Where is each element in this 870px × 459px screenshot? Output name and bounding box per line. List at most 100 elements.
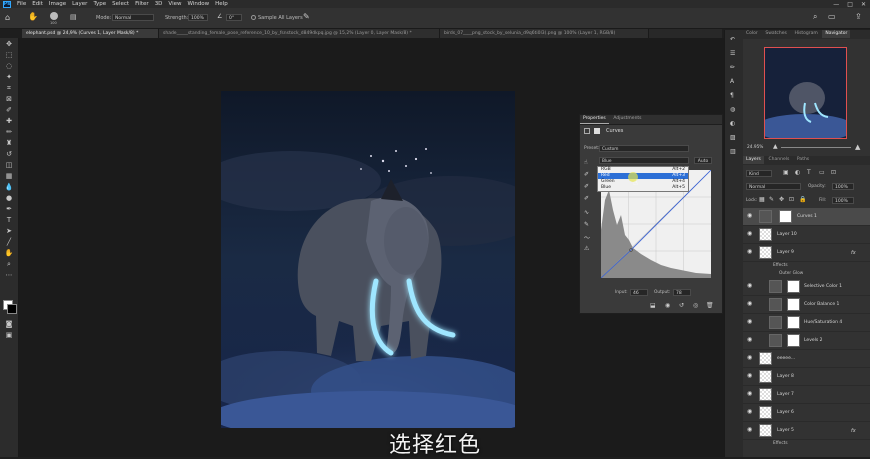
lock-transparent-icon[interactable]: ▦	[759, 196, 765, 203]
mode-select[interactable]: Normal	[112, 14, 154, 21]
gradient-tool-icon[interactable]: ▦	[4, 172, 14, 181]
elephant-artwork[interactable]	[221, 91, 515, 428]
filter-adjust-icon[interactable]: ◐	[795, 169, 800, 176]
tab-histogram[interactable]: Histogram	[791, 30, 820, 38]
eye-icon[interactable]: ◉	[747, 248, 753, 255]
black-point-eyedropper-icon[interactable]: ✐	[584, 171, 589, 178]
tab-female-pose[interactable]: shade_____standing_female_pose_reference…	[159, 29, 440, 38]
blend-mode-select[interactable]: Normal	[746, 183, 801, 190]
input-field[interactable]: 46	[630, 289, 648, 296]
fill-field[interactable]: 100%	[832, 197, 854, 204]
eye-icon[interactable]: ◉	[747, 336, 753, 343]
move-tool-icon[interactable]: ✥	[4, 40, 14, 49]
eye-icon[interactable]: ◉	[747, 300, 753, 307]
paragraph-icon[interactable]: ¶	[730, 92, 734, 99]
quick-select-tool-icon[interactable]: ✦	[4, 73, 14, 82]
filter-type-icon[interactable]: T	[807, 169, 811, 176]
healing-brush-icon[interactable]: ✚	[4, 117, 14, 126]
mask-thumb[interactable]	[787, 298, 800, 311]
layer-row-selective-color-1[interactable]: ◉ Selective Color 1	[743, 278, 870, 296]
fx-icon[interactable]: fx	[851, 428, 856, 434]
layer-row-color-balance-1[interactable]: ◉ Color Balance 1	[743, 296, 870, 314]
reset-icon[interactable]: ↺	[679, 302, 684, 309]
menu-image[interactable]: Image	[49, 1, 66, 7]
channel-option-blue[interactable]: Blue Alt+5	[598, 185, 688, 191]
type-tool-icon[interactable]: T	[4, 216, 14, 225]
mask-thumb[interactable]	[787, 280, 800, 293]
layer-row-curves-1[interactable]: ◉ Curves 1	[743, 208, 870, 226]
home-icon[interactable]: ⌂	[5, 13, 10, 22]
menu-edit[interactable]: Edit	[32, 1, 43, 7]
lock-image-icon[interactable]: ✎	[769, 196, 774, 203]
tab-elephant[interactable]: elephant.psd @ 24,9% (Curves 1, Layer Ma…	[22, 29, 159, 38]
tab-adjustments[interactable]: Adjustments	[610, 115, 644, 123]
zoom-tool-icon[interactable]: ⌕	[4, 260, 14, 269]
lock-all-icon[interactable]: 🔒	[799, 196, 806, 203]
eye-icon[interactable]: ◉	[747, 318, 753, 325]
channel-select[interactable]: Blue	[599, 157, 689, 164]
layer-row-layer-6[interactable]: ◉ Layer 6	[743, 404, 870, 422]
lock-position-icon[interactable]: ✥	[779, 196, 784, 203]
tab-channels[interactable]: Channels	[766, 156, 793, 164]
sample-all-layers-checkbox[interactable]	[251, 15, 256, 20]
history-brush-icon[interactable]: ↺	[4, 150, 14, 159]
tab-color[interactable]: Color	[743, 30, 761, 38]
close-icon[interactable]: ✕	[861, 1, 866, 8]
histogram-warning-icon[interactable]: ⚠	[584, 245, 589, 252]
filter-smart-icon[interactable]: ⊡	[831, 169, 836, 176]
path-select-icon[interactable]: ➤	[4, 227, 14, 236]
brush-settings-icon[interactable]: ✏	[730, 64, 735, 71]
more-tools-icon[interactable]: ⋯	[4, 271, 14, 280]
zoom-out-icon[interactable]: ▲	[773, 143, 778, 150]
tab-properties[interactable]: Properties	[580, 115, 609, 124]
auto-button[interactable]: Auto	[694, 157, 712, 164]
history-icon[interactable]: ↶	[730, 36, 735, 43]
maximize-icon[interactable]: □	[847, 1, 853, 8]
draw-curve-icon[interactable]: ✎	[584, 221, 589, 228]
gray-point-eyedropper-icon[interactable]: ✐	[584, 183, 589, 190]
screen-mode-icon[interactable]: ▣	[4, 331, 14, 340]
tab-swatches[interactable]: Swatches	[762, 30, 790, 38]
view-previous-icon[interactable]: ◉	[665, 302, 670, 309]
smudge-tool-icon[interactable]: ✋	[28, 12, 38, 21]
zoom-in-icon[interactable]: ▲	[855, 143, 860, 151]
menu-window[interactable]: Window	[187, 1, 209, 7]
tab-navigator[interactable]: Navigator	[822, 30, 851, 38]
clone-stamp-icon[interactable]: ♜	[4, 139, 14, 148]
adjustments-icon[interactable]: ◐	[730, 120, 735, 127]
preset-select[interactable]: Custom	[599, 145, 689, 152]
character-icon[interactable]: A	[730, 78, 734, 85]
white-point-eyedropper-icon[interactable]: ✐	[584, 195, 589, 202]
layer-filter-kind[interactable]: Kind	[746, 170, 772, 177]
zoom-slider[interactable]	[781, 147, 851, 148]
effects-row[interactable]: Effects	[743, 262, 870, 270]
tab-layers[interactable]: Layers	[743, 156, 764, 164]
background-color-swatch[interactable]	[7, 304, 17, 314]
layer-row-layer-7[interactable]: ◉ Layer 7	[743, 386, 870, 404]
mask-thumb[interactable]	[787, 316, 800, 329]
eye-icon[interactable]: ◉	[747, 212, 753, 219]
menu-3d[interactable]: 3D	[155, 1, 163, 7]
fx-icon[interactable]: fx	[851, 250, 856, 256]
lock-artboard-icon[interactable]: ⊡	[789, 196, 794, 203]
workspace-icon[interactable]: ▭	[828, 12, 836, 21]
layer-row-layer-9[interactable]: ◉ Layer 9 fx	[743, 244, 870, 262]
glyphs-icon[interactable]: ◍	[730, 106, 735, 113]
marquee-tool-icon[interactable]: ⬚	[4, 51, 14, 60]
blur-tool-icon[interactable]: 💧	[4, 183, 14, 192]
eraser-tool-icon[interactable]: ◫	[4, 161, 14, 170]
brush-panel-icon[interactable]: ▤	[70, 13, 77, 21]
eye-icon[interactable]: ◉	[747, 408, 753, 415]
layer-row-layer-8[interactable]: ◉ Layer 8	[743, 368, 870, 386]
strength-field[interactable]: 100%	[188, 14, 208, 21]
pen-tool-icon[interactable]: ✒	[4, 205, 14, 214]
layer-row-levels-2[interactable]: ◉ Levels 2	[743, 332, 870, 350]
filter-pixel-icon[interactable]: ▣	[783, 169, 789, 176]
frame-tool-icon[interactable]: ⊠	[4, 95, 14, 104]
opacity-field[interactable]: 100%	[832, 183, 854, 190]
styles-icon[interactable]: ▨	[730, 134, 736, 141]
delete-icon[interactable]: 🗑	[706, 302, 714, 309]
dodge-tool-icon[interactable]: ●	[4, 194, 14, 203]
eye-icon[interactable]: ◉	[747, 282, 753, 289]
mask-thumb[interactable]	[787, 334, 800, 347]
